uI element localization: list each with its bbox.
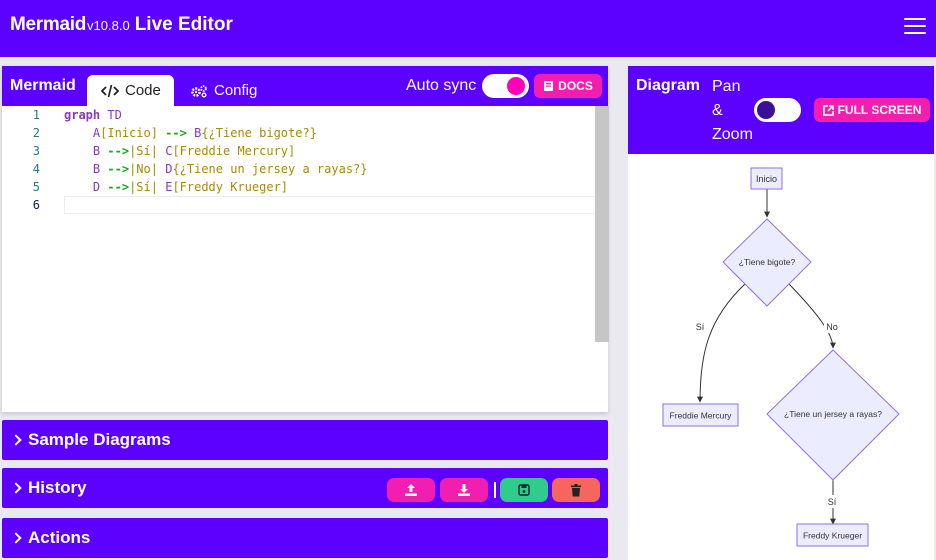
toggle-knob xyxy=(507,77,525,95)
trash-icon xyxy=(571,483,581,496)
full-screen-label: FULL SCREEN xyxy=(837,103,922,117)
line-number: 3 xyxy=(32,144,40,158)
diagram-panel-header: Diagram Pan & Zoom FULL SCREEN xyxy=(628,66,934,154)
edge-b-d xyxy=(788,283,836,349)
line-number: 5 xyxy=(32,180,40,194)
node-jersey-rayas-label: ¿Tiene un jersey a rayas? xyxy=(784,409,882,419)
line-number-active: 6 xyxy=(32,198,40,212)
pan-zoom-word: & xyxy=(712,102,723,119)
docs-label: DOCS xyxy=(558,79,593,93)
line-number: 1 xyxy=(32,108,40,122)
line-gutter: 1 2 3 4 5 6 xyxy=(2,106,46,412)
app-subtitle: Live Editor xyxy=(134,14,233,35)
tab-config-label: Config xyxy=(214,82,258,99)
history-section[interactable]: History xyxy=(2,468,608,508)
code-icon xyxy=(101,84,119,97)
editor-panel-header: Mermaid Code Config Auto sync DOCS xyxy=(2,66,608,106)
book-icon xyxy=(544,81,554,91)
flowchart-diagram[interactable]: Sí No Sí Inicio ¿Tiene bigote? Freddie M… xyxy=(628,154,934,560)
upload-button[interactable] xyxy=(387,478,435,502)
gears-icon xyxy=(191,84,207,97)
save-icon xyxy=(518,484,530,496)
hamburger-menu-icon[interactable] xyxy=(904,18,926,34)
edge-label-b-c: Sí xyxy=(696,322,705,332)
sample-diagrams-header: Sample Diagrams xyxy=(10,430,171,450)
line-number: 4 xyxy=(32,162,40,176)
pan-zoom-word: Zoom xyxy=(712,126,753,143)
actions-header: Actions xyxy=(10,528,91,548)
code-line[interactable]: graph TD xyxy=(64,108,122,122)
toggle-knob xyxy=(757,101,775,119)
docs-button[interactable]: DOCS xyxy=(534,74,602,98)
node-freddy-krueger-label: Freddy Krueger xyxy=(803,531,862,541)
editor-panel-title: Mermaid xyxy=(10,77,76,94)
editor-panel: Mermaid Code Config Auto sync DOCS 1 2 3… xyxy=(2,66,609,412)
external-link-icon xyxy=(822,104,834,116)
pan-zoom-word: Pan xyxy=(712,78,741,95)
diagram-panel-title: Diagram xyxy=(636,77,701,94)
upload-icon xyxy=(405,484,417,496)
history-divider xyxy=(494,482,496,498)
edge-label-b-d: No xyxy=(826,322,838,332)
node-tiene-bigote-label: ¿Tiene bigote? xyxy=(739,257,796,267)
edge-b-c xyxy=(697,283,746,403)
pan-zoom-toggle[interactable] xyxy=(754,98,801,122)
editor-scrollbar[interactable] xyxy=(595,106,609,342)
code-line[interactable]: D -->|Sí| E[Freddy Krueger] xyxy=(64,180,288,194)
save-button[interactable] xyxy=(500,478,548,502)
app-name: Mermaid xyxy=(10,14,87,35)
delete-button[interactable] xyxy=(552,478,600,502)
pan-zoom-label: Pan & Zoom xyxy=(712,75,753,147)
chevron-right-icon xyxy=(10,532,22,544)
history-label: History xyxy=(28,478,87,497)
history-header: History xyxy=(10,478,87,498)
tab-config[interactable]: Config xyxy=(190,75,257,106)
sample-diagrams-section[interactable]: Sample Diagrams xyxy=(2,420,608,460)
code-line[interactable]: B -->|No| D{¿Tiene un jersey a rayas?} xyxy=(64,162,368,176)
actions-label: Actions xyxy=(28,528,91,547)
tab-code-label: Code xyxy=(125,82,161,99)
chevron-right-icon xyxy=(10,482,22,494)
auto-sync-label: Auto sync xyxy=(406,77,477,94)
current-line-highlight xyxy=(64,196,608,214)
full-screen-button[interactable]: FULL SCREEN xyxy=(814,98,930,122)
code-line[interactable]: B -->|Sí| C[Freddie Mercury] xyxy=(64,144,295,158)
auto-sync-toggle[interactable] xyxy=(482,74,529,98)
code-editor[interactable]: 1 2 3 4 5 6 graph TD A[Inicio] --> B{¿Ti… xyxy=(2,106,609,412)
tab-code[interactable]: Code xyxy=(87,75,174,106)
actions-section[interactable]: Actions xyxy=(2,518,608,558)
sample-diagrams-label: Sample Diagrams xyxy=(28,430,171,449)
code-line[interactable]: A[Inicio] --> B{¿Tiene bigote?} xyxy=(64,126,317,140)
diagram-panel: Diagram Pan & Zoom FULL SCREEN Sí No Sí xyxy=(628,66,934,560)
app-brand[interactable]: Mermaid v10.8.0 Live Editor xyxy=(10,14,233,36)
edge-label-d-e: Sí xyxy=(828,497,837,507)
line-number: 2 xyxy=(32,126,40,140)
app-header: Mermaid v10.8.0 Live Editor xyxy=(0,0,936,57)
node-inicio-label: Inicio xyxy=(756,174,777,184)
app-version: v10.8.0 xyxy=(87,18,130,33)
download-button[interactable] xyxy=(440,478,488,502)
node-freddie-mercury-label: Freddie Mercury xyxy=(670,411,733,421)
chevron-right-icon xyxy=(10,434,22,446)
download-icon xyxy=(458,484,470,496)
